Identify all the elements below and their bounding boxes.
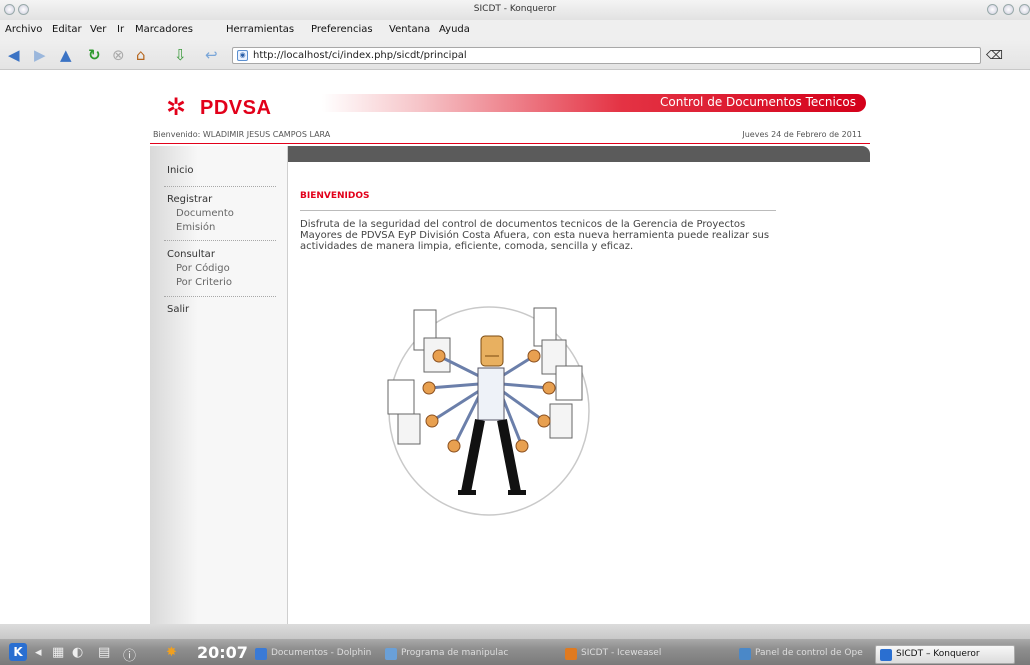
close-icon[interactable] — [1019, 4, 1030, 15]
title-divider — [300, 210, 776, 211]
content-header-bar — [288, 146, 870, 162]
show-desktop-icon[interactable]: ◂ — [35, 645, 42, 660]
menu-preferencias[interactable]: Preferencias — [311, 24, 373, 35]
date-text: Jueves 24 de Febrero de 2011 — [742, 130, 862, 139]
menu-herramientas[interactable]: Herramientas — [226, 24, 294, 35]
taskbar: K ◂ ▦ ◐ ▤ ⓘ ✸ 20:07 Documentos - Dolphin… — [0, 624, 1030, 665]
url-text: http://localhost/ci/index.php/sicdt/prin… — [253, 50, 467, 61]
konqueror-icon — [880, 649, 892, 661]
site-favicon-icon: ◉ — [237, 50, 248, 61]
pager-icon[interactable]: ▤ — [98, 645, 110, 660]
welcome-paragraph: Disfruta de la seguridad del control de … — [300, 219, 770, 252]
url-input[interactable]: ◉ http://localhost/ci/index.php/sicdt/pr… — [232, 47, 981, 64]
page-title: BIENVENIDOS — [300, 191, 370, 201]
menu-bar: Archivo Editar Ver Ir Marcadores Herrami… — [0, 20, 1030, 40]
panel-icon — [739, 648, 751, 660]
dolphin-icon — [255, 648, 267, 660]
welcome-text: Bienvenido: WLADIMIR JESUS CAMPOS LARA — [153, 130, 331, 139]
task-dolphin[interactable]: Documentos - Dolphin — [251, 645, 381, 664]
task-programa[interactable]: Programa de manipulac — [381, 645, 543, 664]
program-icon — [385, 648, 397, 660]
clear-url-icon[interactable]: ⌫ — [986, 47, 1003, 63]
sidebar-item-registrar[interactable]: Registrar — [167, 194, 212, 205]
pdvsa-sun-icon: ✲ — [166, 93, 187, 121]
sidebar-item-emision[interactable]: Emisión — [176, 222, 215, 233]
content-layout: Inicio Registrar Documento Emisión Consu… — [150, 146, 870, 624]
menu-ayuda[interactable]: Ayuda — [439, 24, 470, 35]
info-icon[interactable]: ⓘ — [123, 645, 136, 664]
sidebar-item-consultar[interactable]: Consultar — [167, 249, 215, 260]
forward-icon[interactable]: ▶ — [34, 47, 46, 63]
download-icon[interactable]: ⇩ — [174, 47, 187, 63]
menu-editar[interactable]: Editar — [52, 24, 82, 35]
menu-ir[interactable]: Ir — [117, 24, 124, 35]
task-label: Documentos - Dolphin — [271, 648, 372, 658]
task-label: Programa de manipulac — [401, 648, 509, 658]
window-title: SICDT - Konqueror — [473, 4, 557, 14]
menu-archivo[interactable]: Archivo — [5, 24, 42, 35]
web-page: ✲ PDVSA Control de Documentos Tecnicos B… — [0, 71, 1030, 624]
iceweasel-icon — [565, 648, 577, 660]
reload-icon[interactable]: ↻ — [88, 47, 101, 63]
stop-icon[interactable]: ⊗ — [112, 47, 125, 63]
task-panel-control[interactable]: Panel de control de Ope — [735, 645, 871, 664]
sidebar-item-por-criterio[interactable]: Por Criterio — [176, 277, 232, 288]
taskbar-strip — [0, 624, 1030, 639]
multitasking-illustration — [387, 306, 590, 516]
sidebar-divider — [164, 240, 276, 241]
maximize-icon[interactable] — [1003, 4, 1014, 15]
update-icon[interactable]: ✸ — [166, 645, 177, 660]
url-prefix-icon: ↩ — [205, 46, 218, 64]
clock: 20:07 — [197, 643, 248, 662]
sidebar-divider — [164, 296, 276, 297]
main-content: BIENVENIDOS Disfruta de la seguridad del… — [288, 162, 870, 624]
file-manager-icon[interactable]: ▦ — [52, 645, 64, 660]
sidebar-item-por-codigo[interactable]: Por Código — [176, 263, 230, 274]
task-label: SICDT - Iceweasel — [581, 648, 662, 658]
home-icon[interactable]: ⌂ — [136, 47, 146, 63]
back-icon[interactable]: ◀ — [8, 47, 20, 63]
header-banner: Control de Documentos Tecnicos — [322, 94, 866, 112]
sidebar-item-documento[interactable]: Documento — [176, 208, 234, 219]
volume-icon[interactable]: ◐ — [72, 645, 83, 660]
menu-ver[interactable]: Ver — [90, 24, 106, 35]
sidebar-nav: Inicio Registrar Documento Emisión Consu… — [150, 146, 288, 624]
logo-text: PDVSA — [200, 97, 272, 119]
banner-title: Control de Documentos Tecnicos — [660, 95, 856, 109]
task-label: SICDT – Konqueror — [896, 649, 980, 659]
up-icon[interactable]: ▲ — [60, 47, 72, 63]
sidebar-item-inicio[interactable]: Inicio — [167, 165, 193, 176]
task-konqueror[interactable]: SICDT – Konqueror — [875, 645, 1015, 664]
menu-marcadores[interactable]: Marcadores — [135, 24, 193, 35]
menu-ventana[interactable]: Ventana — [389, 24, 430, 35]
minimize-icon[interactable] — [987, 4, 998, 15]
window-titlebar: SICDT - Konqueror — [0, 0, 1030, 20]
sidebar-divider — [164, 186, 276, 187]
user-info-bar: Bienvenido: WLADIMIR JESUS CAMPOS LARA J… — [150, 128, 870, 144]
task-iceweasel[interactable]: SICDT - Iceweasel — [561, 645, 716, 664]
sidebar-item-salir[interactable]: Salir — [167, 304, 189, 315]
kmenu-icon[interactable]: K — [9, 643, 27, 661]
task-label: Panel de control de Ope — [755, 648, 863, 658]
